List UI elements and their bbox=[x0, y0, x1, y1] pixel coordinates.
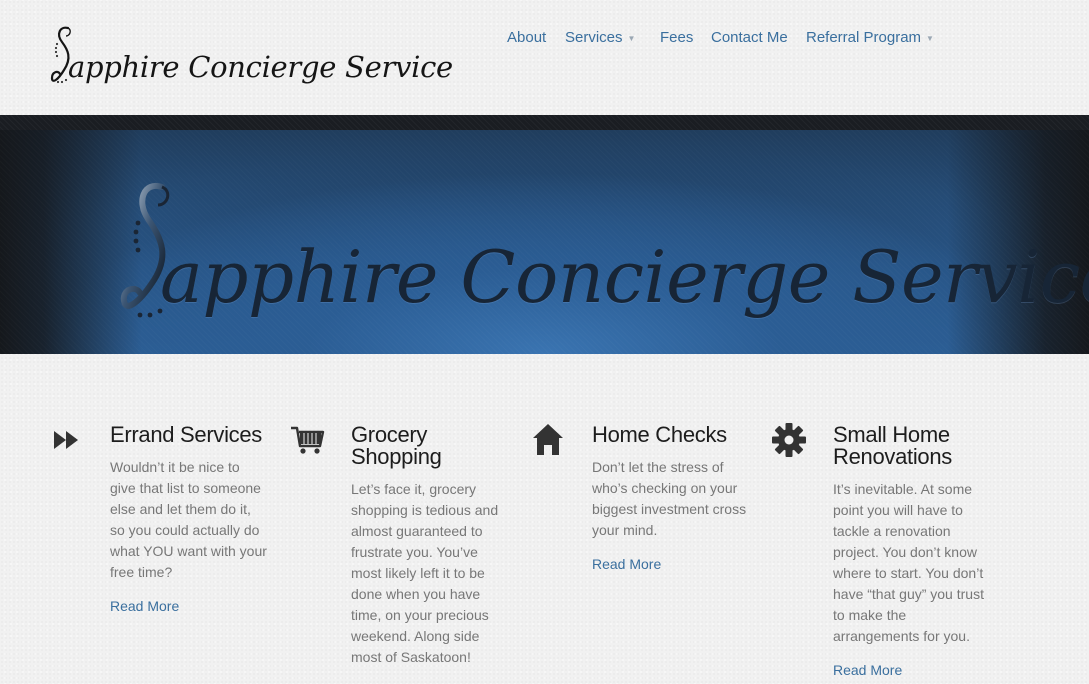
service-description: Wouldn’t it be nice to give that list to… bbox=[110, 459, 267, 580]
service-description: Don’t let the stress of who’s checking o… bbox=[592, 459, 747, 538]
home-icon bbox=[533, 424, 563, 455]
nav-about[interactable]: About bbox=[507, 29, 546, 46]
nav-fees-label: Fees bbox=[660, 29, 694, 46]
nav-referral-program-label: Referral Program bbox=[806, 29, 922, 46]
read-more-link[interactable]: Read More bbox=[592, 556, 661, 572]
service-title: Home Checks bbox=[592, 422, 727, 447]
banner-title: apphire Concierge Service bbox=[160, 235, 1089, 319]
nav-referral-program[interactable]: Referral Program ▼ bbox=[806, 29, 934, 46]
nav-services[interactable]: Services ▼ bbox=[565, 29, 635, 46]
hero-banner: apphire Concierge Service bbox=[0, 115, 1089, 354]
nav-contact-me-label: Contact Me bbox=[711, 29, 788, 46]
logo-text: apphire Concierge Service bbox=[68, 50, 453, 84]
gear-icon bbox=[772, 423, 806, 457]
nav-fees[interactable]: Fees bbox=[660, 29, 693, 46]
service-title: Grocery Shopping bbox=[351, 422, 442, 469]
site-header: apphire Concierge Service About Services… bbox=[0, 0, 1089, 115]
service-title: Errand Services bbox=[110, 422, 263, 447]
chevron-down-icon: ▼ bbox=[627, 34, 636, 43]
fast-forward-icon bbox=[54, 431, 78, 449]
nav-contact-me[interactable]: Contact Me bbox=[711, 29, 788, 46]
read-more-link[interactable]: Read More bbox=[833, 662, 902, 678]
shopping-cart-icon bbox=[291, 426, 325, 454]
read-more-link[interactable]: Read More bbox=[110, 598, 179, 614]
nav-services-label: Services bbox=[565, 29, 623, 46]
chevron-down-icon: ▼ bbox=[926, 34, 934, 43]
service-description: Let’s face it, grocery shopping is tedio… bbox=[351, 481, 499, 665]
nav-about-label: About bbox=[507, 29, 547, 46]
service-title: Small Home Renovations bbox=[833, 422, 952, 469]
service-description: It’s inevitable. At some point you will … bbox=[833, 481, 984, 644]
